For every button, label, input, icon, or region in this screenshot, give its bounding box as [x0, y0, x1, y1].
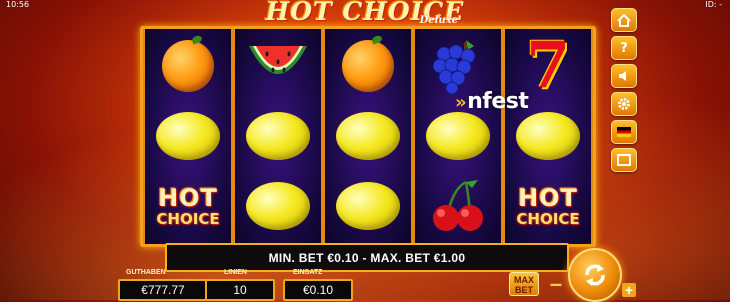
symbol-lemon: [325, 171, 411, 241]
reel-2: [233, 29, 323, 244]
bet-limits-bar: MIN. BET €0.10 - MAX. BET €1.00: [165, 243, 569, 272]
lines-value[interactable]: 10: [205, 279, 275, 301]
reel-3: [323, 29, 413, 244]
game-logo: HOT CHOICE Deluxe: [250, 0, 480, 26]
reel-1: HOT CHOICE: [143, 29, 233, 244]
symbol-lemon: [145, 101, 231, 171]
spin-arrows-icon: [585, 264, 605, 286]
symbol-lemon: [235, 171, 321, 241]
spin-button[interactable]: [568, 248, 622, 302]
balance-label: GUTHABEN: [126, 269, 166, 276]
symbol-cherries: [415, 171, 501, 241]
lines-label: LINIEN: [224, 269, 247, 276]
session-id: ID: -: [705, 0, 722, 9]
home-icon[interactable]: [611, 8, 637, 32]
settings-icon[interactable]: [611, 92, 637, 116]
symbol-hot-choice: HOT CHOICE: [156, 183, 220, 228]
stake-label: EINSATZ: [293, 269, 323, 276]
decrease-bet-button[interactable]: –: [549, 273, 563, 295]
symbol-lemon: [235, 101, 321, 171]
symbol-watermelon: [235, 31, 321, 101]
symbol-orange: [145, 31, 231, 101]
max-bet-button[interactable]: MAX BET: [509, 272, 539, 296]
watermark-logo: »nfest: [455, 89, 529, 114]
symbol-hot-choice: HOT CHOICE: [516, 183, 580, 228]
reel-4: [413, 29, 503, 244]
clock: 10:56: [6, 0, 30, 9]
german-flag-icon[interactable]: [611, 120, 637, 144]
sound-icon[interactable]: [611, 64, 637, 88]
reel-5: 7 HOT CHOICE: [503, 29, 593, 244]
symbol-lemon: [325, 101, 411, 171]
logo-subtitle: Deluxe: [419, 15, 458, 26]
stake-value[interactable]: €0.10: [283, 279, 353, 301]
balance-value: €777.77: [118, 279, 208, 301]
increase-bet-button[interactable]: +: [622, 283, 636, 297]
symbol-orange: [325, 31, 411, 101]
slot-machine: HOT CHOICE 7 HOT CHOICE: [140, 26, 596, 247]
help-icon[interactable]: ?: [611, 36, 637, 60]
fullscreen-icon[interactable]: [611, 148, 637, 172]
